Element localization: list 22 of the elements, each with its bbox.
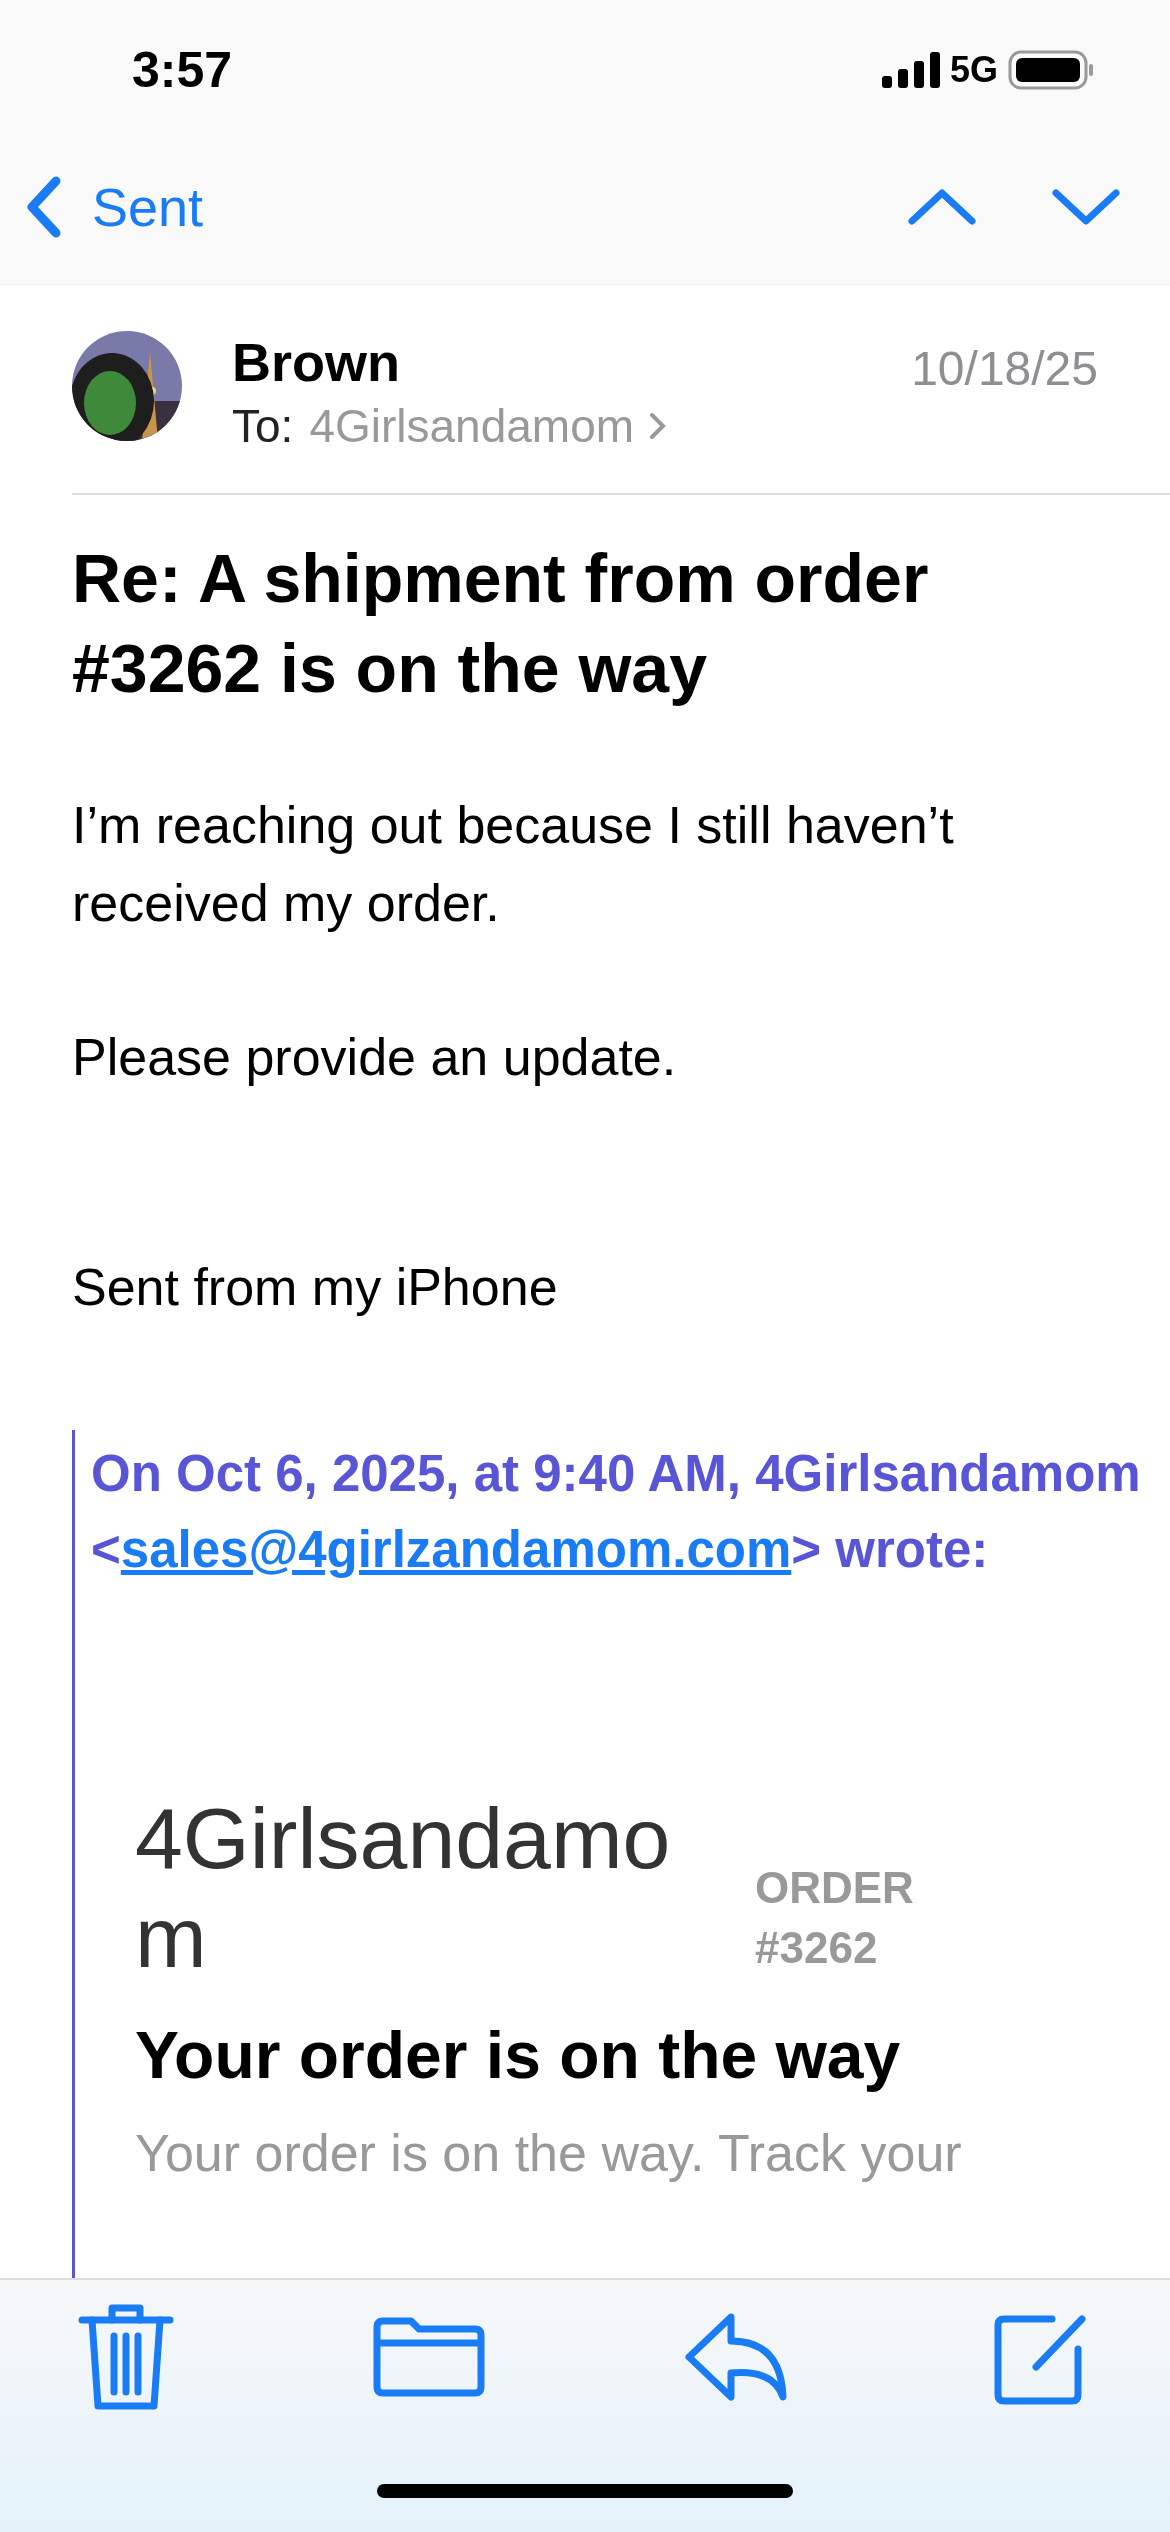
trash-icon[interactable]: [78, 2302, 174, 2412]
body-text: Sent from my iPhone: [72, 1256, 559, 1318]
network-label: 5G: [949, 49, 998, 91]
email-link[interactable]: sales@4girlzandamom.com: [120, 1521, 792, 1579]
battery-icon: [1008, 50, 1094, 90]
intro-text: Your order is on the way. Track your: [135, 2122, 963, 2183]
status-time: 3:57: [132, 41, 233, 99]
order-label: ORDER: [755, 1862, 914, 1915]
body-text: I’m reaching out because I still haven’t received my order.: [72, 794, 955, 934]
signal-icon: [881, 52, 940, 88]
store-name: 4Girlsandamom: [135, 1788, 672, 1987]
message-date: 10/18/25: [911, 341, 1098, 396]
recipient-link[interactable]: 4Girlsandamom: [309, 399, 669, 453]
back-button[interactable]: Sent: [24, 175, 204, 239]
sender-name: Brown: [232, 331, 401, 393]
body-text: Please provide an update.: [72, 1026, 678, 1088]
email-subject: Re: A shipment from order #3262 is on the way: [72, 539, 930, 709]
order-number: #3262: [755, 1921, 879, 1974]
quote-header: On Oct 6, 2025, at 9:40 AM, 4Girlsandamom <sales@4girlzandamom.com> wrote:: [91, 1443, 1142, 1581]
folder-icon[interactable]: [372, 2317, 485, 2397]
email-headline: Your order is on the way: [135, 2016, 902, 2093]
to-label: To:: [232, 399, 294, 453]
